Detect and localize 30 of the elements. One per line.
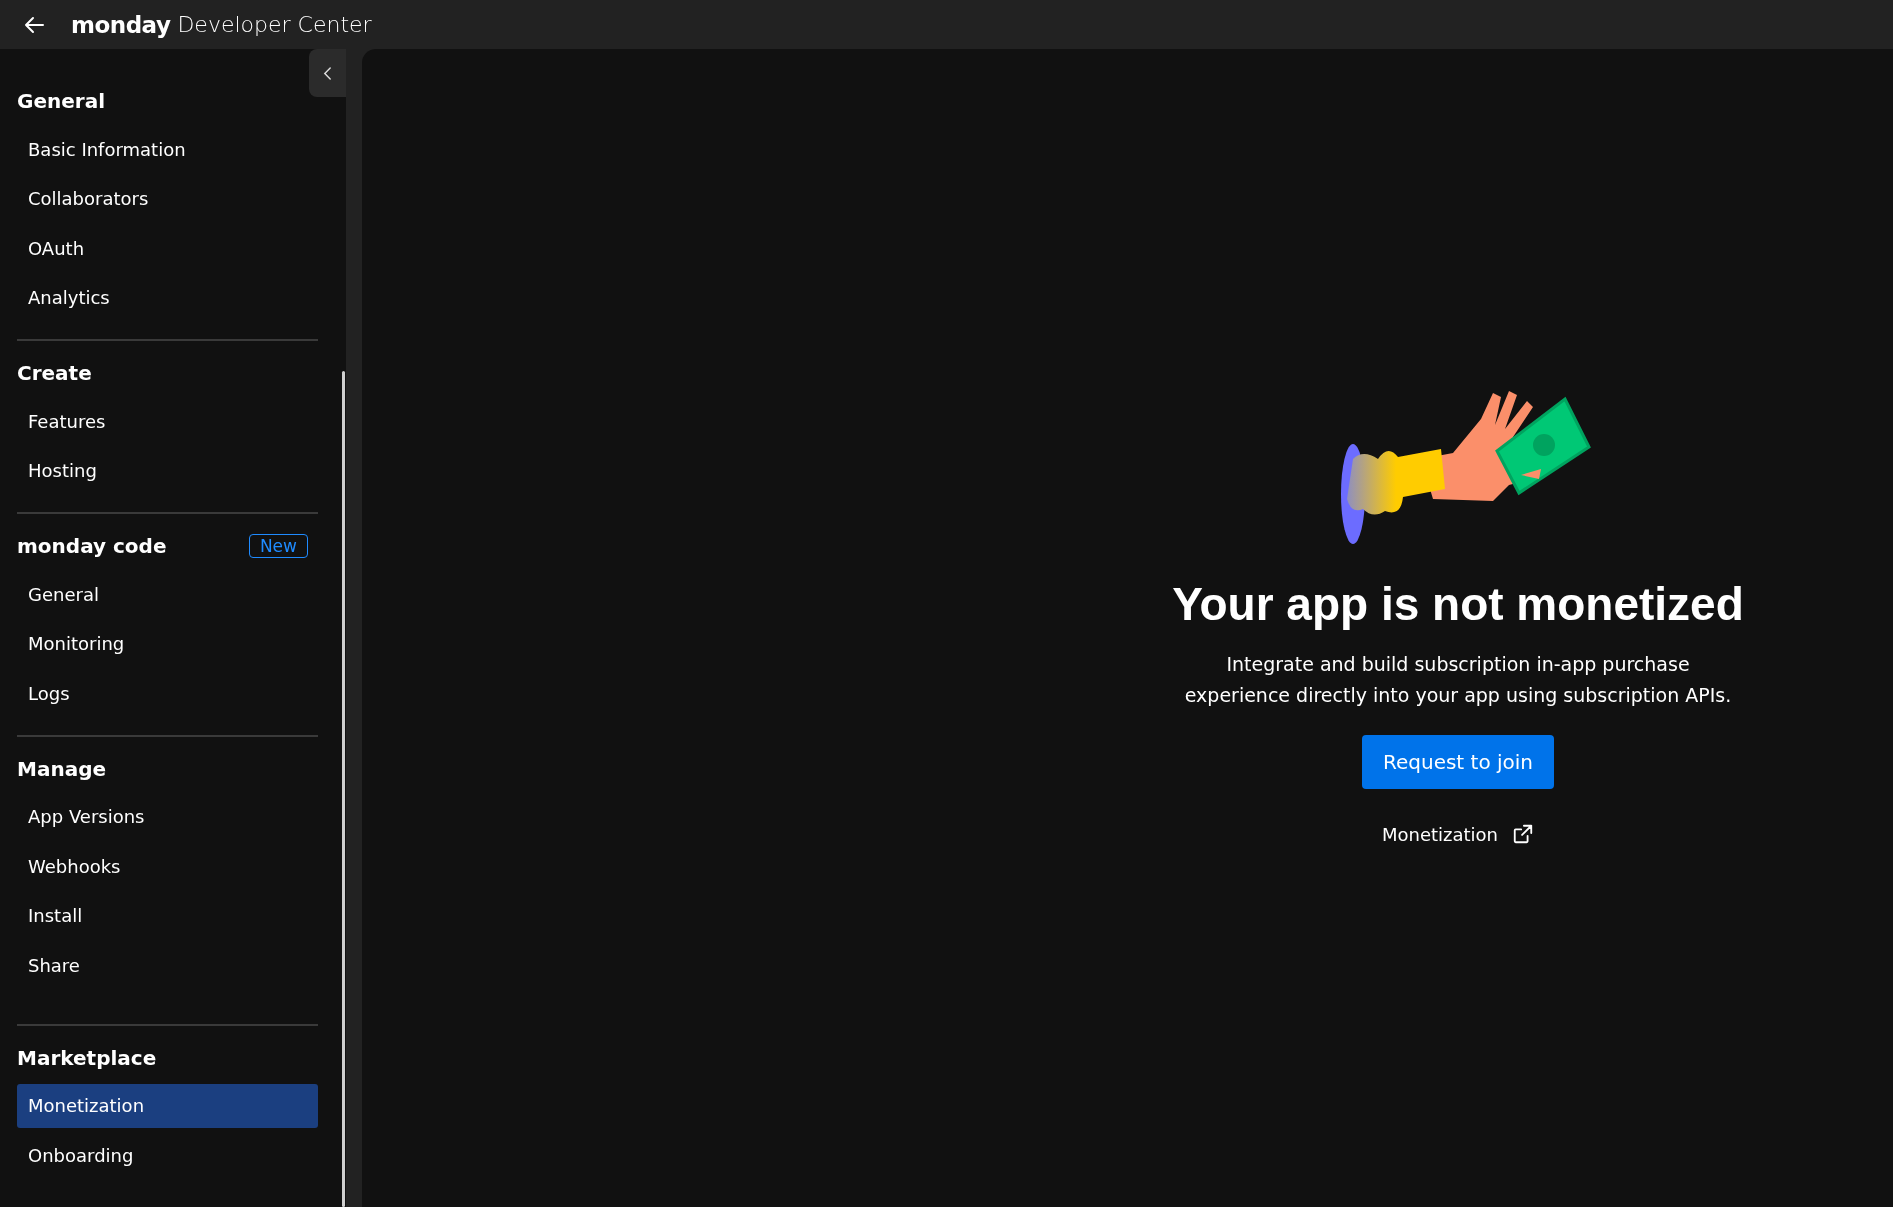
- section-heading: Manage: [17, 756, 106, 781]
- chevron-left-icon: [323, 66, 332, 80]
- sidebar-item[interactable]: OAuth: [17, 226, 318, 270]
- section-heading: Create: [17, 361, 92, 385]
- sidebar-item[interactable]: Monetization: [17, 1083, 318, 1128]
- sidebar-item[interactable]: Monitoring: [17, 621, 318, 666]
- new-badge: New: [248, 534, 308, 558]
- sidebar-item[interactable]: Analytics: [17, 275, 318, 320]
- empty-state-description: Integrate and build subscription in-app purchase experience directly into your app using subscription APIs.: [1183, 652, 1733, 708]
- section-heading: monday code: [17, 534, 167, 558]
- monetization-link[interactable]: Monetization: [1381, 823, 1498, 845]
- sidebar-item[interactable]: Webhooks: [17, 844, 318, 888]
- section-heading: General: [17, 89, 105, 113]
- brand-logo-text: monday: [71, 11, 171, 38]
- sidebar-item[interactable]: Basic Information: [17, 127, 318, 171]
- request-to-join-button[interactable]: Request to join: [1361, 735, 1555, 789]
- sidebar-item[interactable]: General: [17, 572, 318, 616]
- sidebar-item[interactable]: Logs: [17, 671, 318, 715]
- sidebar-item[interactable]: Onboarding: [17, 1133, 318, 1177]
- sidebar-item[interactable]: Features: [17, 399, 318, 443]
- product-title: Developer Center: [177, 12, 372, 37]
- sidebar-item[interactable]: App Versions: [17, 794, 318, 839]
- scrollbar[interactable]: [342, 371, 345, 1207]
- sidebar-item[interactable]: Collaborators: [17, 176, 318, 221]
- empty-state-title: Your app is not monetized: [1172, 577, 1744, 631]
- sidebar-item[interactable]: Share: [17, 943, 318, 987]
- sidebar-item[interactable]: Install: [17, 893, 318, 938]
- external-link-icon[interactable]: [1512, 823, 1534, 845]
- sidebar-item[interactable]: Hosting: [17, 448, 318, 493]
- section-heading: Marketplace: [17, 1045, 157, 1070]
